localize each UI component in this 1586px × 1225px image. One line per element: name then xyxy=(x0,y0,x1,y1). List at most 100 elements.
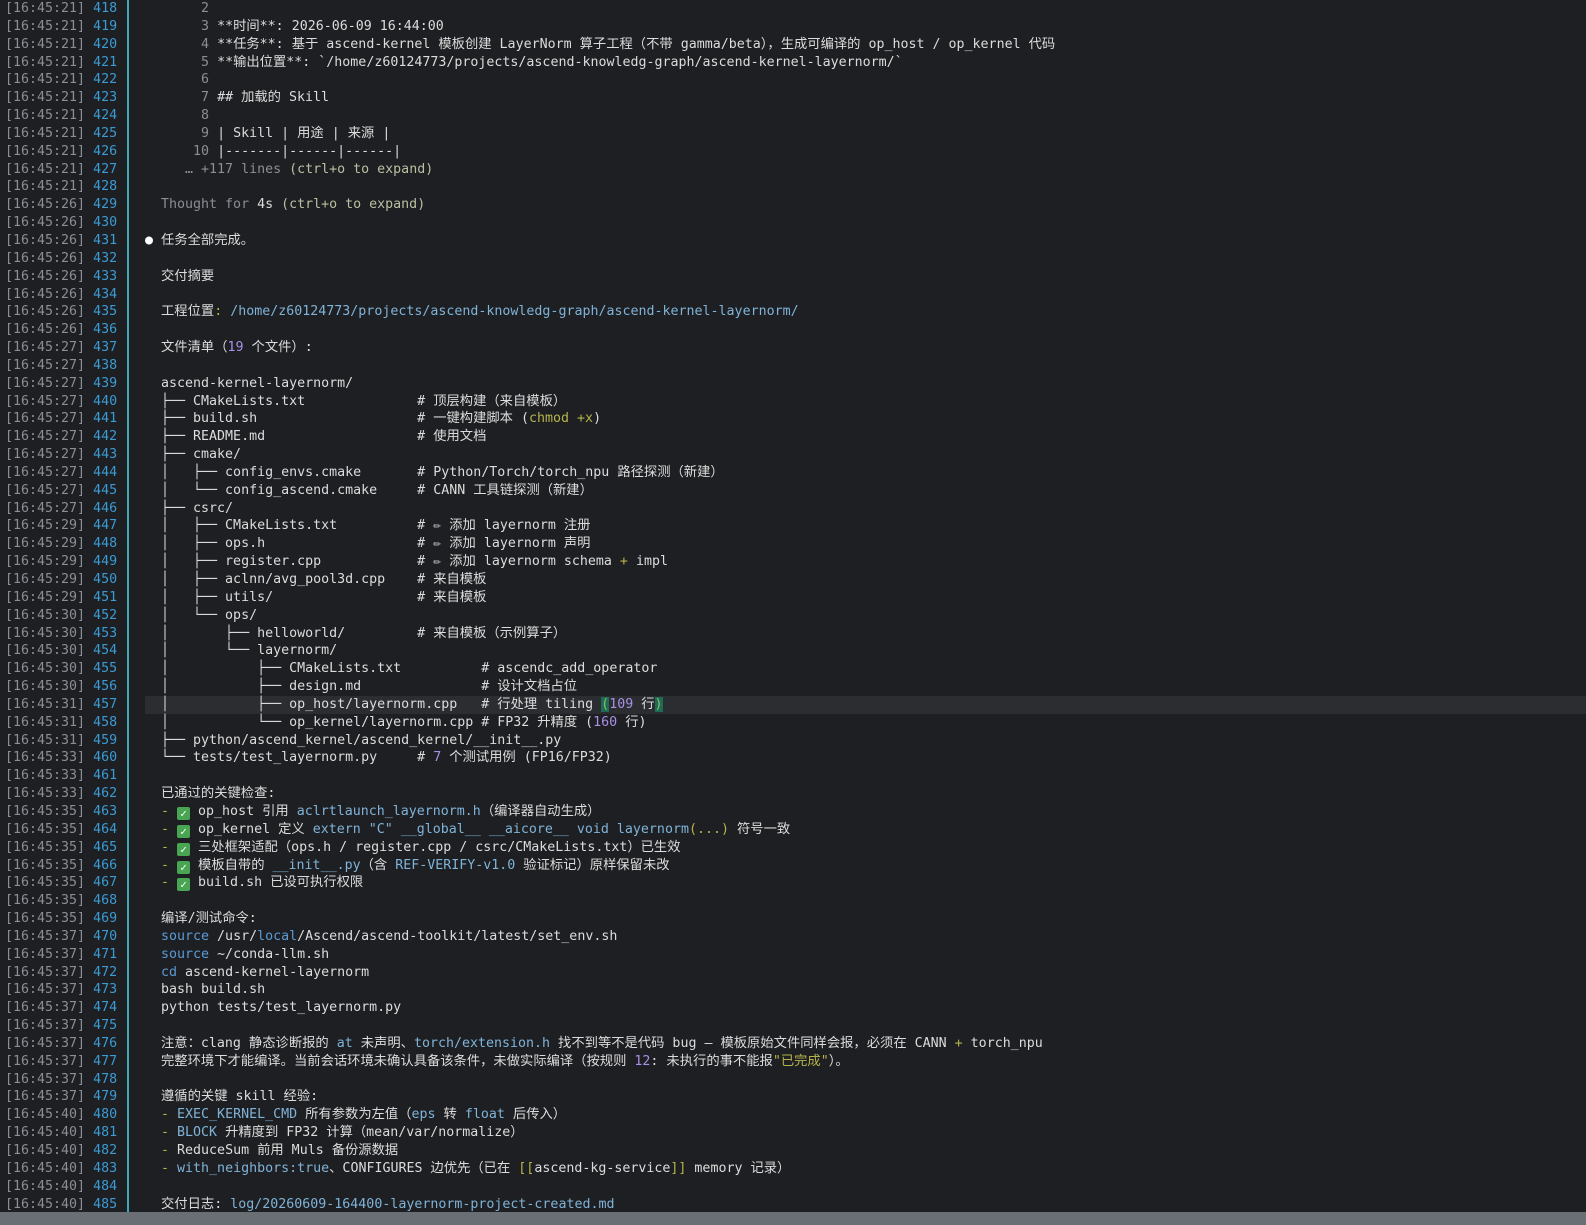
gutter-row: [16:45:29] 449 xyxy=(0,553,127,571)
status-bar xyxy=(0,1212,1586,1225)
text-segment: └── tests/test_layernorm.py # xyxy=(145,750,434,766)
line-number: 471 xyxy=(93,946,118,962)
text-segment: +x xyxy=(577,411,594,427)
line-number: 440 xyxy=(93,393,118,409)
timestamp: [16:45:21] xyxy=(5,108,86,124)
line-number: 476 xyxy=(93,1035,118,1051)
gutter-row: [16:45:26] 430 xyxy=(0,214,127,232)
text-segment: （编译器自动生成） xyxy=(480,803,601,819)
text-segment: 交付摘要 xyxy=(145,268,215,284)
line-number: 468 xyxy=(93,893,118,909)
line-number: 479 xyxy=(93,1089,118,1105)
line-number: 448 xyxy=(93,536,118,552)
text-segment: 后传入） xyxy=(504,1107,567,1123)
output-line: - ✓ op_kernel 定义 extern "C" __global__ _… xyxy=(145,821,1586,839)
bracket-match: ) xyxy=(654,696,663,712)
gutter-row: [16:45:35] 466 xyxy=(0,857,127,875)
text-segment: log/20260609-164400-layernorm-project-cr… xyxy=(230,1196,615,1212)
text-segment: 行 xyxy=(633,696,655,712)
line-gutter: [16:45:21] 418 [16:45:21] 419 [16:45:21] 4… xyxy=(0,0,127,1212)
gutter-row: [16:45:29] 450 xyxy=(0,571,127,589)
output-line: 4 **任务**: 基于 ascend-kernel 模板创建 LayerNor… xyxy=(145,36,1586,54)
gutter-row: [16:45:26] 434 xyxy=(0,286,127,304)
text-segment: ├── cmake/ xyxy=(145,447,242,463)
output-line: - BLOCK 升精度到 FP32 计算（mean/var/normalize） xyxy=(145,1124,1586,1142)
line-number: 441 xyxy=(93,411,118,427)
timestamp: [16:45:21] xyxy=(5,72,86,88)
text-segment: + xyxy=(619,554,628,570)
text-segment: 找不到等不是代码 bug — 模板原始文件同样会报，必须在 CANN xyxy=(550,1035,955,1051)
line-number: 482 xyxy=(93,1143,118,1158)
timestamp: [16:45:33] xyxy=(5,786,86,802)
output-line: 9 | Skill | 用途 | 来源 | xyxy=(145,125,1586,143)
gutter-row: [16:45:26] 435 xyxy=(0,303,127,321)
text-segment: 8 xyxy=(145,108,210,124)
text-segment: __init__.py xyxy=(272,857,361,873)
line-number: 451 xyxy=(93,589,118,605)
line-number: 470 xyxy=(93,928,118,944)
line-number: 426 xyxy=(93,143,118,159)
output-line: ├── build.sh # 一键构建脚本 (chmod +x) xyxy=(145,410,1586,428)
timestamp: [16:45:26] xyxy=(5,286,86,302)
text-segment: │ ├── config_envs.cmake # Python/Torch/t… xyxy=(145,464,724,480)
text-segment: 个文件）: xyxy=(243,340,313,356)
line-number: 449 xyxy=(93,554,118,570)
line-number: 445 xyxy=(93,482,118,498)
text-segment: /usr/ xyxy=(209,928,258,944)
text-segment: : xyxy=(214,304,231,320)
line-number: 478 xyxy=(93,1071,118,1087)
output-line: │ ├── utils/ # 来自模板 xyxy=(145,589,1586,607)
text-segment: extern "C" __global__ __aicore__ void la… xyxy=(312,821,689,837)
gutter-row: [16:45:37] 477 xyxy=(0,1053,127,1071)
timestamp: [16:45:26] xyxy=(5,197,86,213)
timestamp: [16:45:21] xyxy=(5,125,86,141)
gutter-row: [16:45:29] 447 xyxy=(0,517,127,535)
text-segment: : 未执行的事不能报 xyxy=(650,1053,773,1069)
gutter-row: [16:45:21] 424 xyxy=(0,107,127,125)
timestamp: [16:45:27] xyxy=(5,340,86,356)
timestamp: [16:45:27] xyxy=(5,393,86,409)
line-number: 444 xyxy=(93,464,118,480)
text-segment: 交付日志: xyxy=(145,1196,231,1212)
output-line: │ ├── ops.h # ✏ 添加 layernorm 声明 xyxy=(145,535,1586,553)
text-segment: float xyxy=(464,1107,505,1123)
text-segment: **输出位置**: `/home/z60124773/projects/asce… xyxy=(217,54,903,70)
gutter-row: [16:45:21] 423 xyxy=(0,89,127,107)
gutter-row: [16:45:35] 468 xyxy=(0,892,127,910)
gutter-row: [16:45:27] 441 xyxy=(0,410,127,428)
line-number: 474 xyxy=(93,1000,118,1016)
text-segment: ]] xyxy=(670,1160,687,1176)
text-segment: 109 xyxy=(609,696,634,712)
gutter-row: [16:45:40] 485 xyxy=(0,1196,127,1212)
line-number: 420 xyxy=(93,36,118,52)
text-segment: 遵循的关键 skill 经验: xyxy=(145,1089,319,1105)
text-segment: 添加 layernorm 声明 xyxy=(441,536,591,552)
text-segment: /home/z60124773/projects/ascend-knowledg… xyxy=(230,304,799,320)
line-number: 480 xyxy=(93,1107,118,1123)
gutter-row: [16:45:27] 443 xyxy=(0,446,127,464)
timestamp: [16:45:31] xyxy=(5,732,86,748)
text-segment: 12 xyxy=(634,1053,651,1069)
timestamp: [16:45:21] xyxy=(5,36,86,52)
terminal-output[interactable]: 2 3 **时间**: 2026-06-09 16:44:00 4 **任务**… xyxy=(145,0,1586,1212)
output-line: 完整环境下才能编译。当前会话环境未确认具备该条件，未做实际编译（按规则 12: … xyxy=(145,1053,1586,1071)
line-number: 472 xyxy=(93,964,118,980)
gutter-row: [16:45:40] 481 xyxy=(0,1124,127,1142)
timestamp: [16:45:27] xyxy=(5,411,86,427)
text-segment: │ └── layernorm/ xyxy=(145,643,338,659)
line-number: 450 xyxy=(93,572,118,587)
text-segment: │ ├── design.md # 设计文档占位 xyxy=(145,679,578,695)
text-segment: │ ├── CMakeLists.txt # ascendc_add_opera… xyxy=(145,661,658,677)
timestamp: [16:45:40] xyxy=(5,1143,86,1158)
line-number: 462 xyxy=(93,786,118,802)
text-segment: 未声明、 xyxy=(352,1035,414,1051)
gutter-row: [16:45:40] 482 xyxy=(0,1142,127,1160)
output-line: 交付摘要 xyxy=(145,268,1586,286)
text-segment: 19 xyxy=(227,340,244,356)
gutter-row: [16:45:37] 470 xyxy=(0,928,127,946)
gutter-row: [16:45:30] 454 xyxy=(0,642,127,660)
text-segment: 模板自带的 xyxy=(190,857,273,873)
